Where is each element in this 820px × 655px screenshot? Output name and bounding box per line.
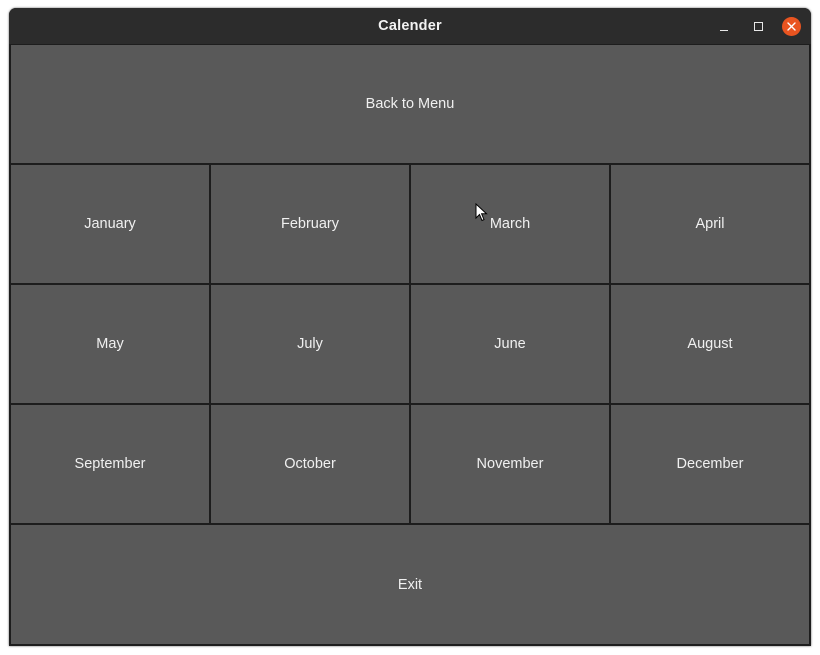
month-button-may[interactable]: May — [10, 284, 210, 404]
app-window: Calender Back to Menu January February M… — [9, 8, 811, 646]
month-button-october[interactable]: October — [210, 404, 410, 524]
month-button-june[interactable]: June — [410, 284, 610, 404]
month-button-march[interactable]: March — [410, 164, 610, 284]
title-bar[interactable]: Calender — [9, 8, 811, 45]
month-button-november[interactable]: November — [410, 404, 610, 524]
month-button-july[interactable]: July — [210, 284, 410, 404]
minimize-icon — [720, 29, 728, 31]
month-button-february[interactable]: February — [210, 164, 410, 284]
calendar-content: Back to Menu January February March Apri… — [9, 44, 811, 646]
exit-button[interactable]: Exit — [10, 524, 810, 645]
minimize-button[interactable] — [714, 16, 734, 36]
maximize-icon — [753, 21, 763, 31]
month-button-december[interactable]: December — [610, 404, 810, 524]
month-button-august[interactable]: August — [610, 284, 810, 404]
close-button[interactable] — [782, 17, 801, 36]
month-button-january[interactable]: January — [10, 164, 210, 284]
close-icon — [787, 22, 796, 31]
window-title: Calender — [378, 18, 442, 34]
back-to-menu-button[interactable]: Back to Menu — [10, 44, 810, 164]
month-button-september[interactable]: September — [10, 404, 210, 524]
month-button-april[interactable]: April — [610, 164, 810, 284]
maximize-button[interactable] — [748, 16, 768, 36]
